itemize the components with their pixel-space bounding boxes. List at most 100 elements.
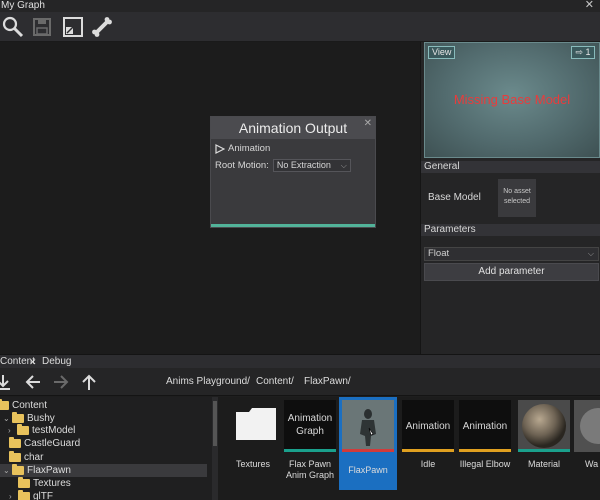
preview-viewport[interactable]: View ⇨ 1 Missing Base Model bbox=[424, 42, 600, 158]
folder-icon bbox=[9, 437, 21, 448]
title-bar: My Graph ✕ bbox=[0, 0, 600, 12]
asset-type-bar bbox=[284, 449, 336, 452]
node-header[interactable]: Animation Output ✕ bbox=[211, 117, 375, 139]
asset-type-bar bbox=[342, 449, 394, 452]
tree-item-label: testModel bbox=[32, 425, 76, 436]
tree-item[interactable]: › glTF bbox=[9, 490, 53, 500]
scrollbar-thumb[interactable] bbox=[213, 401, 217, 446]
close-icon[interactable]: ✕ bbox=[29, 355, 37, 369]
asset-thumbnail: Animation Graph bbox=[284, 400, 336, 452]
asset-name: Wa bbox=[585, 459, 599, 469]
tree-item[interactable]: › testModel bbox=[8, 424, 75, 437]
forward-arrow-icon[interactable] bbox=[52, 373, 70, 391]
tree-item[interactable]: ⌄ FlaxPawn bbox=[0, 464, 207, 477]
asset-item-anim-graph[interactable]: Animation Graph Flax Pawn Anim Graph bbox=[281, 397, 339, 490]
content-nav-bar: Anims Playground/ Content/ FlaxPawn/ bbox=[0, 368, 600, 396]
root-motion-dropdown[interactable]: No Extraction ⌵ bbox=[272, 159, 351, 172]
animation-pin[interactable]: Animation bbox=[215, 143, 270, 154]
missing-base-model-text: Missing Base Model bbox=[453, 92, 571, 107]
tab-debug[interactable]: Debug bbox=[42, 355, 71, 369]
folder-tree: Content ⌄ Bushy › testModel CastleGuard … bbox=[0, 397, 212, 500]
view-button[interactable]: View bbox=[428, 46, 456, 59]
breadcrumb-item[interactable]: FlaxPawn/ bbox=[304, 376, 351, 387]
parameter-type-value: Float bbox=[428, 248, 450, 259]
asset-item-idle[interactable]: Animation Idle bbox=[399, 397, 457, 490]
chevron-down-icon: ⌵ bbox=[587, 249, 594, 258]
model-preview-icon bbox=[342, 400, 394, 452]
chevron-down-icon[interactable]: ⌄ bbox=[3, 466, 10, 475]
node-accent-bar bbox=[211, 224, 375, 227]
tree-item[interactable]: Content bbox=[0, 399, 47, 412]
tree-item-label: FlaxPawn bbox=[27, 465, 71, 476]
folder-icon bbox=[0, 399, 9, 410]
root-motion-value: No Extraction bbox=[276, 160, 331, 170]
tree-item[interactable]: char bbox=[9, 451, 43, 464]
tree-item-label: Bushy bbox=[27, 413, 55, 424]
asset-thumbnail-label: Animation bbox=[462, 421, 508, 432]
parameters-section-header[interactable]: Parameters bbox=[421, 224, 600, 236]
asset-item-textures[interactable]: Textures bbox=[224, 397, 282, 490]
close-icon[interactable]: ✕ bbox=[364, 118, 372, 129]
asset-type-bar bbox=[459, 449, 511, 452]
asset-item-wa[interactable]: Wa bbox=[571, 397, 600, 490]
asset-item-material[interactable]: Material bbox=[515, 397, 573, 490]
search-icon[interactable] bbox=[1, 15, 25, 39]
folder-icon bbox=[12, 412, 24, 423]
tree-item[interactable]: CastleGuard bbox=[9, 437, 80, 450]
chevron-right-icon[interactable]: › bbox=[8, 426, 14, 435]
save-icon[interactable] bbox=[30, 15, 54, 39]
chevron-right-icon[interactable]: › bbox=[9, 492, 15, 500]
tree-item-label: Content bbox=[12, 400, 48, 411]
asset-item-flaxpawn[interactable]: FlaxPawn bbox=[339, 397, 397, 490]
no-asset-line2: selected bbox=[503, 198, 531, 205]
bottom-tab-bar: Content ✕ Debug bbox=[0, 354, 600, 368]
parameter-type-select[interactable]: Float ⌵ bbox=[424, 247, 599, 261]
asset-item-illegal-elbow[interactable]: Animation Illegal Elbow bbox=[456, 397, 514, 490]
asset-name: Idle bbox=[420, 459, 436, 469]
flag-count: 1 bbox=[585, 47, 591, 57]
add-parameter-button[interactable]: Add parameter bbox=[424, 263, 599, 281]
folder-icon bbox=[236, 408, 276, 440]
root-motion-label: Root Motion: bbox=[215, 160, 269, 171]
folder-icon bbox=[12, 464, 24, 475]
folder-icon bbox=[9, 451, 21, 462]
chevron-down-icon: ⌵ bbox=[340, 161, 347, 170]
flag-button[interactable]: ⇨ 1 bbox=[571, 46, 595, 59]
asset-thumbnail bbox=[342, 400, 394, 452]
asset-type-bar bbox=[402, 449, 454, 452]
asset-thumbnail: Animation bbox=[402, 400, 454, 452]
chevron-down-icon[interactable]: ⌄ bbox=[3, 414, 10, 423]
flag-icon: ⇨ bbox=[575, 47, 583, 57]
animation-output-node[interactable]: Animation Output ✕ Animation Root Motion… bbox=[210, 116, 376, 228]
close-icon[interactable]: ✕ bbox=[585, 0, 594, 11]
up-arrow-icon[interactable] bbox=[80, 373, 98, 391]
asset-grid: Textures Animation Graph Flax Pawn Anim … bbox=[218, 397, 600, 500]
folder-icon bbox=[18, 477, 30, 488]
root-motion-row: Root Motion: No Extraction ⌵ bbox=[215, 159, 351, 172]
asset-thumbnail: Animation bbox=[459, 400, 511, 452]
general-section-header[interactable]: General bbox=[421, 161, 600, 173]
toolbar bbox=[0, 12, 600, 42]
folder-icon bbox=[18, 490, 30, 500]
breadcrumb-item[interactable]: Anims Playground/ bbox=[166, 376, 250, 387]
pin-arrow-icon[interactable] bbox=[215, 143, 225, 154]
asset-thumbnail-label: Animation bbox=[405, 421, 451, 432]
asset-name: Illegal Elbow bbox=[459, 459, 511, 469]
breadcrumb-item[interactable]: Content/ bbox=[256, 376, 294, 387]
window-title: My Graph bbox=[1, 0, 45, 11]
base-model-label: Base Model bbox=[428, 192, 481, 203]
asset-type-bar bbox=[518, 449, 570, 452]
bone-icon[interactable] bbox=[90, 15, 114, 39]
back-arrow-icon[interactable] bbox=[24, 373, 42, 391]
import-icon[interactable] bbox=[0, 373, 12, 391]
asset-thumbnail bbox=[574, 400, 600, 452]
material-sphere-icon bbox=[518, 400, 570, 452]
pin-label: Animation bbox=[228, 143, 271, 154]
asset-name: Textures bbox=[235, 459, 270, 469]
tree-item[interactable]: Textures bbox=[18, 477, 71, 490]
node-title: Animation Output bbox=[238, 120, 348, 136]
base-model-asset-picker[interactable]: No asset selected bbox=[498, 179, 536, 217]
tree-item-label: Textures bbox=[33, 478, 71, 489]
layout-icon[interactable] bbox=[61, 15, 85, 39]
tree-item-label: char bbox=[24, 452, 44, 463]
